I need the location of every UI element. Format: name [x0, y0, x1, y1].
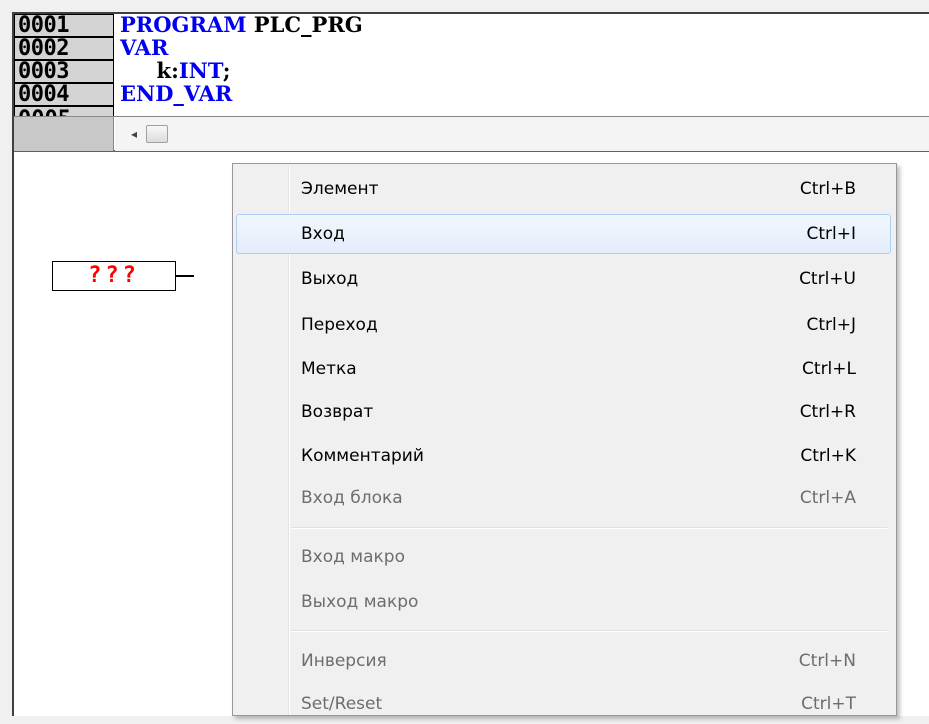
code-line[interactable]: 0004 END_VAR: [14, 83, 929, 108]
menu-item-label: Set/Reset: [301, 694, 383, 714]
menu-item-label: Вход: [301, 224, 345, 244]
identifier-token: PLC_PRG: [246, 12, 363, 37]
menu-item-shortcut: Ctrl+T: [801, 694, 856, 714]
scrollbar-gutter: [14, 117, 114, 151]
menu-item-label: Выход макро: [301, 592, 419, 612]
menu-item-shortcut: Ctrl+K: [800, 446, 856, 466]
menu-item-output[interactable]: Выход Ctrl+U: [236, 259, 891, 299]
menu-item-label: Метка: [301, 359, 357, 379]
menu-item-label: Элемент: [301, 179, 379, 199]
line-number: 0004: [14, 83, 114, 106]
menu-item-negation[interactable]: Инверсия Ctrl+N: [236, 641, 891, 681]
menu-item-shortcut: Ctrl+U: [799, 269, 856, 289]
menu-separator: [291, 527, 887, 529]
menu-item-set-reset[interactable]: Set/Reset Ctrl+T: [236, 684, 891, 724]
line-number: 0003: [14, 60, 114, 83]
menu-item-label-mark[interactable]: Метка Ctrl+L: [236, 349, 891, 389]
menu-item-label: Вход макро: [301, 547, 405, 567]
menu-item-label: Инверсия: [301, 651, 387, 671]
context-menu: Элемент Ctrl+B Вход Ctrl+I Выход Ctrl+U …: [232, 163, 897, 716]
menu-item-label: Комментарий: [301, 446, 424, 466]
menu-item-element[interactable]: Элемент Ctrl+B: [236, 169, 891, 209]
keyword-token: END_VAR: [120, 81, 233, 106]
menu-item-shortcut: Ctrl+I: [806, 224, 856, 244]
code-text[interactable]: END_VAR: [120, 83, 232, 107]
menu-item-shortcut: Ctrl+B: [799, 179, 856, 199]
menu-item-shortcut: Ctrl+A: [799, 488, 856, 508]
menu-item-jump[interactable]: Переход Ctrl+J: [236, 305, 891, 345]
menu-item-label: Выход: [301, 269, 359, 289]
menu-item-comment[interactable]: Комментарий Ctrl+K: [236, 436, 891, 476]
input-connector-line: [176, 275, 194, 277]
line-number: 0001: [14, 14, 114, 37]
menu-item-macro-input[interactable]: Вход макро: [236, 537, 891, 577]
keyword-token: VAR: [120, 35, 169, 60]
keyword-token: INT: [178, 58, 223, 83]
scrollbar-track[interactable]: [115, 117, 929, 151]
menu-separator: [291, 630, 887, 632]
menu-item-macro-output[interactable]: Выход макро: [236, 582, 891, 622]
line-number-partial: 0005: [14, 106, 114, 116]
menu-item-shortcut: Ctrl+L: [802, 359, 856, 379]
input-variable-box[interactable]: ???: [52, 261, 176, 291]
menu-item-label: Вход блока: [301, 488, 403, 508]
identifier-token: k:: [120, 58, 179, 83]
scroll-left-arrow-icon[interactable]: ◂: [128, 127, 140, 141]
menu-item-label: Переход: [301, 315, 378, 335]
horizontal-scrollbar[interactable]: ◂: [14, 116, 929, 152]
menu-item-return[interactable]: Возврат Ctrl+R: [236, 392, 891, 432]
punctuation-token: ;: [222, 58, 231, 83]
menu-item-input[interactable]: Вход Ctrl+I: [236, 214, 891, 254]
menu-item-shortcut: Ctrl+R: [799, 402, 856, 422]
scrollbar-thumb[interactable]: [146, 125, 168, 143]
keyword-token: PROGRAM: [120, 12, 247, 37]
menu-item-label: Возврат: [301, 402, 374, 422]
line-number: 0002: [14, 37, 114, 60]
menu-item-shortcut: Ctrl+N: [798, 651, 856, 671]
menu-item-shortcut: Ctrl+J: [806, 315, 856, 335]
menu-item-block-input[interactable]: Вход блока Ctrl+A: [236, 478, 891, 518]
